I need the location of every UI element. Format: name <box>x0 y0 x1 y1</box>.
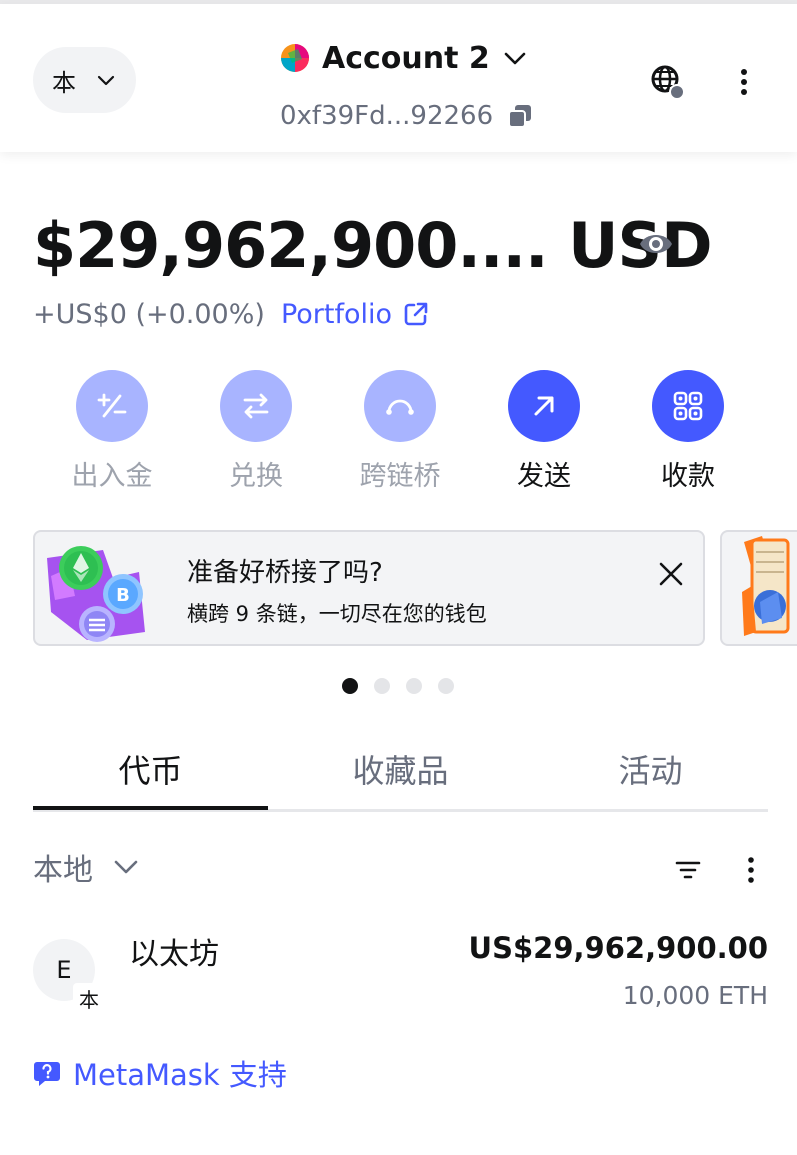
svg-text:B: B <box>116 585 130 606</box>
buy-sell-circle <box>76 370 148 442</box>
account-address[interactable]: 0xf39Fd...92266 <box>280 96 533 136</box>
token-row[interactable]: E 本 以太坊 US$29,962,900.00 10,000 ETH <box>33 925 768 1025</box>
more-options-icon[interactable] <box>730 66 758 98</box>
carousel-dot[interactable] <box>374 678 390 694</box>
tab-nfts-label: 收藏品 <box>352 752 449 790</box>
bridge-promo-card[interactable]: B 准备好桥接了吗? 横跨 9 条链，一切尽在您的钱包 <box>33 530 705 646</box>
swap-circle <box>220 370 292 442</box>
network-picker-label: 本 <box>52 68 76 97</box>
more-options-icon[interactable] <box>739 853 763 887</box>
promo-description: 横跨 9 条链，一切尽在您的钱包 <box>187 602 487 626</box>
bridge-label: 跨链桥 <box>359 461 441 492</box>
qr-code-icon <box>673 391 703 421</box>
account-name: Account 2 <box>322 40 490 76</box>
question-chat-icon <box>34 1062 60 1086</box>
swap-button[interactable]: 兑换 <box>184 370 328 493</box>
plus-minus-icon <box>97 393 127 418</box>
active-tab-indicator <box>33 806 268 810</box>
arrow-up-right-icon <box>534 396 554 416</box>
send-label: 发送 <box>517 461 571 492</box>
balance-amount: $29,962,900.... USD <box>33 208 713 282</box>
carousel-dot[interactable] <box>406 678 422 694</box>
swap-label: 兑换 <box>229 461 283 492</box>
address-text: 0xf39Fd...92266 <box>280 101 494 131</box>
account-picker[interactable]: Account 2 <box>280 34 528 82</box>
tab-nfts[interactable]: 收藏品 <box>283 740 518 812</box>
token-name: 以太坊 <box>129 937 219 972</box>
tab-activity-label: 活动 <box>618 752 683 790</box>
network-badge: 本 <box>73 983 105 1013</box>
card-illustration-icon <box>742 536 790 636</box>
carousel-dots <box>342 678 454 694</box>
support-label: MetaMask 支持 <box>73 1058 287 1092</box>
asset-tabs: 代币 收藏品 活动 <box>33 740 768 812</box>
chevron-down-icon <box>504 52 526 65</box>
portfolio-label: Portfolio <box>280 298 393 330</box>
carousel-dot[interactable] <box>342 678 358 694</box>
bridge-icon <box>386 399 414 415</box>
buy-sell-label: 出入金 <box>71 461 153 492</box>
send-button[interactable]: 发送 <box>472 370 616 493</box>
receive-circle <box>652 370 724 442</box>
account-avatar-icon <box>281 44 309 72</box>
network-badge-label: 本 <box>79 987 99 1012</box>
carousel-dot[interactable] <box>438 678 454 694</box>
support-link[interactable]: MetaMask 支持 <box>33 1052 287 1094</box>
receive-label: 收款 <box>661 461 715 492</box>
tab-tokens-label: 代币 <box>118 752 183 790</box>
sort-icon[interactable] <box>673 855 703 885</box>
app-header: 本 Account 2 0xf39Fd...92266 <box>0 4 797 152</box>
network-filter[interactable]: 本地 <box>33 845 139 889</box>
token-fiat-value: US$29,962,900.00 <box>468 931 768 965</box>
tab-tokens[interactable]: 代币 <box>33 740 268 812</box>
receive-button[interactable]: 收款 <box>616 370 760 493</box>
bridge-circle <box>364 370 436 442</box>
swap-arrows-icon <box>243 393 269 419</box>
close-icon[interactable] <box>655 558 687 590</box>
balance-change: +US$0 (+0.00%) <box>33 298 265 330</box>
coins-illustration-icon: B <box>47 546 145 642</box>
network-picker[interactable]: 本 <box>33 47 136 113</box>
network-filter-label: 本地 <box>33 853 93 888</box>
chevron-down-icon <box>97 75 115 86</box>
action-buttons: 出入金 兑换 跨链桥 发送 收款 <box>40 370 760 500</box>
next-promo-card[interactable] <box>720 530 797 646</box>
globe-icon[interactable] <box>648 62 686 102</box>
external-link-icon <box>404 302 428 326</box>
portfolio-link[interactable]: Portfolio <box>281 299 430 330</box>
token-quantity: 10,000 ETH <box>622 981 768 1010</box>
tab-activity[interactable]: 活动 <box>533 740 768 812</box>
copy-icon[interactable] <box>507 103 533 129</box>
token-avatar-letter: E <box>56 956 72 984</box>
total-balance: $29,962,900.... USD <box>33 205 713 285</box>
token-filter-row: 本地 <box>33 845 768 895</box>
bridge-button[interactable]: 跨链桥 <box>328 370 472 493</box>
send-circle <box>508 370 580 442</box>
promo-title: 准备好桥接了吗? <box>187 558 383 588</box>
chevron-down-icon <box>114 860 138 874</box>
eye-icon[interactable] <box>636 226 676 262</box>
buy-sell-button[interactable]: 出入金 <box>40 370 184 493</box>
balance-change-row: +US$0 (+0.00%) Portfolio <box>33 292 430 336</box>
